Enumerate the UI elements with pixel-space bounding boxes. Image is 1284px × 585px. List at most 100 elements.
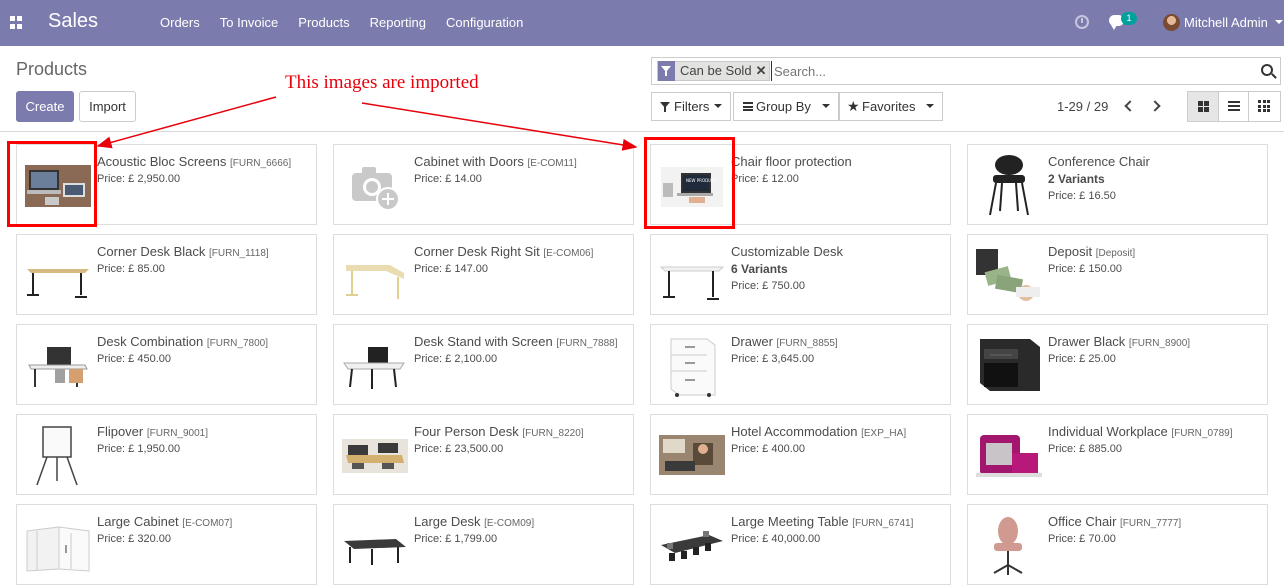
product-card[interactable]: Four Person Desk [FURN_8220] Price: £ 23,…	[333, 414, 634, 495]
filters-label: Filters	[674, 99, 710, 114]
product-info: Four Person Desk [FURN_8220] Price: £ 23,…	[414, 424, 629, 455]
product-name-text: Desk Combination	[97, 334, 204, 349]
product-card[interactable]: Corner Desk Right Sit [E-COM06] Price: £ …	[333, 234, 634, 315]
product-name: Corner Desk Right Sit [E-COM06]	[414, 244, 629, 259]
product-info: Large Desk [E-COM09] Price: £ 1,799.00	[414, 514, 629, 545]
product-price: Price: £ 400.00	[731, 443, 805, 455]
pager-previous-icon[interactable]	[1122, 99, 1132, 113]
product-image	[25, 243, 91, 309]
app-name[interactable]: Sales	[48, 10, 98, 33]
main-menu: Orders To Invoice Products Reporting Con…	[150, 0, 533, 46]
product-price: Price: £ 1,799.00	[414, 533, 498, 545]
product-name-text: Large Desk	[414, 514, 481, 529]
favorites-label: Favorites	[862, 99, 916, 114]
product-reference: [E-COM07]	[182, 518, 233, 529]
product-card[interactable]: Deposit [Deposit] Price: £ 150.00	[967, 234, 1268, 315]
product-info: Flipover [FURN_9001] Price: £ 1,950.00	[97, 424, 312, 455]
product-card[interactable]: Conference Chair 2 Variants Price: £ 16.50	[967, 144, 1268, 225]
apps-menu-icon[interactable]	[10, 16, 23, 29]
product-name: Corner Desk Black [FURN_1118]	[97, 244, 312, 259]
menu-products[interactable]: Products	[288, 0, 359, 46]
product-name-text: Deposit	[1048, 244, 1093, 259]
create-button[interactable]: Create	[16, 91, 74, 122]
view-switcher	[1187, 91, 1281, 122]
menu-configuration[interactable]: Configuration	[436, 0, 533, 46]
product-price: Price: £ 12.00	[731, 173, 799, 185]
menu-to-invoice[interactable]: To Invoice	[210, 0, 289, 46]
product-card[interactable]: Corner Desk Black [FURN_1118] Price: £ 85…	[16, 234, 317, 315]
product-name-text: Large Cabinet	[97, 514, 179, 529]
product-name: Drawer [FURN_8855]	[731, 334, 946, 349]
product-info: Drawer [FURN_8855] Price: £ 3,645.00	[731, 334, 946, 365]
product-price: Price: £ 885.00	[1048, 443, 1122, 455]
product-price: Price: £ 16.50	[1048, 190, 1116, 202]
product-image	[976, 153, 1042, 219]
pager-next-icon[interactable]	[1151, 99, 1161, 113]
product-name-text: Office Chair	[1048, 514, 1117, 529]
product-card[interactable]: Flipover [FURN_9001] Price: £ 1,950.00	[16, 414, 317, 495]
product-name: Customizable Desk	[731, 244, 946, 259]
favorites-dropdown[interactable]: ★ Favorites	[839, 92, 943, 121]
product-card[interactable]: Office Chair [FURN_7777] Price: £ 70.00	[967, 504, 1268, 585]
pivot-view-button[interactable]	[1249, 92, 1280, 121]
product-name: Large Desk [E-COM09]	[414, 514, 629, 529]
user-avatar[interactable]	[1163, 14, 1180, 31]
product-info: Desk Stand with Screen [FURN_7888] Price:…	[414, 334, 629, 365]
product-name: Conference Chair	[1048, 154, 1263, 169]
user-dropdown-caret-icon[interactable]	[1275, 20, 1283, 24]
product-card[interactable]: Drawer Black [FURN_8900] Price: £ 25.00	[967, 324, 1268, 405]
product-image	[342, 513, 408, 579]
product-name-text: Desk Stand with Screen	[414, 334, 553, 349]
product-name-text: Flipover	[97, 424, 144, 439]
search-input[interactable]	[771, 61, 1251, 81]
product-image	[342, 153, 408, 219]
search-icon[interactable]	[1261, 64, 1273, 76]
product-reference: [FURN_9001]	[146, 428, 209, 439]
product-name-text: Chair floor protection	[731, 154, 852, 169]
facet-label: Can be Sold	[680, 63, 752, 78]
filters-dropdown[interactable]: Filters	[651, 92, 731, 121]
product-image	[342, 423, 408, 489]
control-panel-divider	[0, 131, 1284, 132]
product-image	[976, 423, 1042, 489]
product-price: Price: £ 70.00	[1048, 533, 1116, 545]
product-info: Customizable Desk 6 Variants Price: £ 750.…	[731, 244, 946, 292]
product-card[interactable]: Cabinet with Doors [E-COM11] Price: £ 14.…	[333, 144, 634, 225]
menu-orders[interactable]: Orders	[150, 0, 210, 46]
product-card[interactable]: Hotel Accommodation [EXP_HA] Price: £ 400…	[650, 414, 951, 495]
annotation-highlight-box	[7, 141, 97, 227]
product-reference: [FURN_7800]	[206, 338, 268, 349]
list-view-button[interactable]	[1218, 92, 1250, 121]
kanban-view-button[interactable]	[1188, 92, 1219, 121]
search-bar: Can be Sold ✕	[651, 57, 1281, 85]
product-card[interactable]: Drawer [FURN_8855] Price: £ 3,645.00	[650, 324, 951, 405]
product-info: Desk Combination [FURN_7800] Price: £ 450…	[97, 334, 312, 365]
product-card[interactable]: Large Meeting Table [FURN_6741] Price: £ …	[650, 504, 951, 585]
product-price: Price: £ 23,500.00	[414, 443, 504, 455]
groupby-dropdown[interactable]: Group By	[733, 92, 839, 121]
product-card[interactable]: Large Desk [E-COM09] Price: £ 1,799.00	[333, 504, 634, 585]
product-image	[976, 333, 1042, 399]
product-card[interactable]: Large Cabinet [E-COM07] Price: £ 320.00	[16, 504, 317, 585]
product-name: Large Meeting Table [FURN_6741]	[731, 514, 946, 529]
filter-funnel-icon	[658, 61, 675, 81]
pager-value[interactable]: 1-29 / 29	[1057, 99, 1108, 114]
activity-clock-icon[interactable]	[1075, 15, 1089, 29]
product-card[interactable]: Customizable Desk 6 Variants Price: £ 750.…	[650, 234, 951, 315]
facet-remove-icon[interactable]: ✕	[756, 62, 770, 80]
product-info: Acoustic Bloc Screens [FURN_6666] Price: …	[97, 154, 312, 185]
product-name: Desk Combination [FURN_7800]	[97, 334, 312, 349]
list-icon	[1227, 101, 1240, 111]
product-card[interactable]: Desk Combination [FURN_7800] Price: £ 450…	[16, 324, 317, 405]
product-name: Chair floor protection	[731, 154, 946, 169]
product-name-text: Corner Desk Right Sit	[414, 244, 540, 259]
menu-reporting[interactable]: Reporting	[360, 0, 436, 46]
product-card[interactable]: Desk Stand with Screen [FURN_7888] Price:…	[333, 324, 634, 405]
product-image	[25, 513, 91, 579]
product-name: Acoustic Bloc Screens [FURN_6666]	[97, 154, 312, 169]
user-menu[interactable]: Mitchell Admin	[1184, 15, 1268, 30]
product-card[interactable]: Individual Workplace [FURN_0789] Price: £…	[967, 414, 1268, 495]
import-button[interactable]: Import	[79, 91, 136, 122]
product-reference: [FURN_7777]	[1120, 518, 1182, 529]
product-info: Large Cabinet [E-COM07] Price: £ 320.00	[97, 514, 312, 545]
